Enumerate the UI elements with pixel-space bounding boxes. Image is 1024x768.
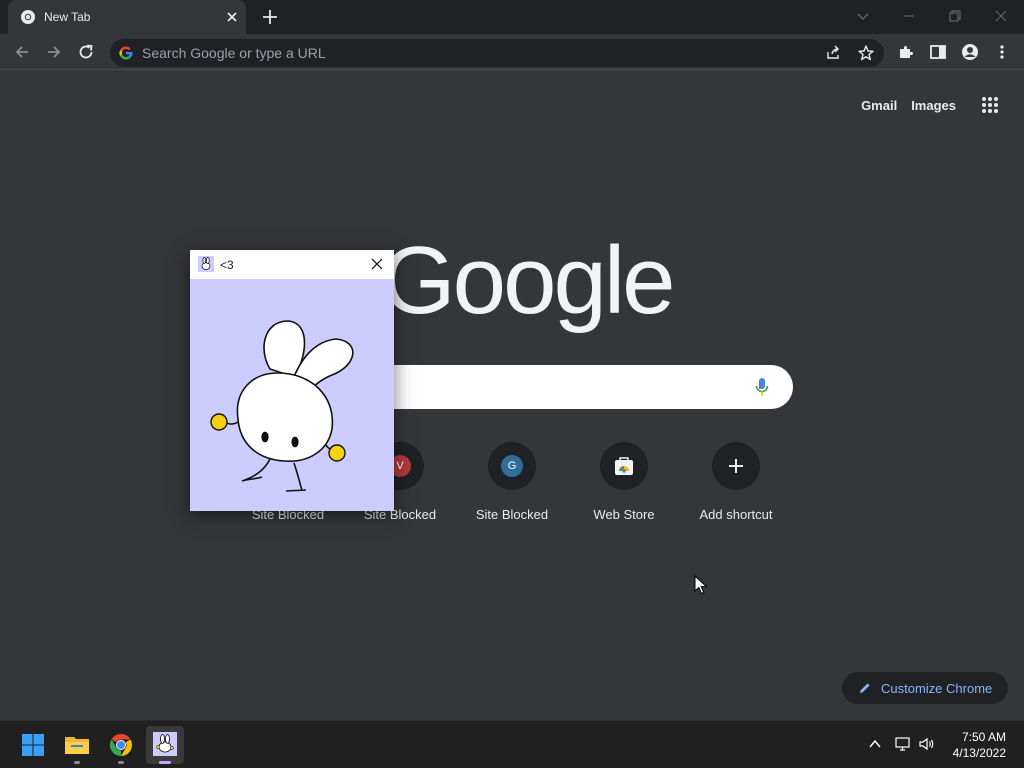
bunny-popup-window[interactable]: <3 [190,250,394,511]
microphone-icon[interactable] [754,377,770,397]
popup-title: <3 [220,258,234,272]
ntp-header-links: Gmail Images [847,95,1000,115]
restore-icon[interactable] [945,6,965,26]
shortcut-label: Site Blocked [475,507,549,522]
shortcut-letter: G [501,455,523,477]
mouse-cursor-icon [694,575,708,595]
add-shortcut-tile[interactable]: Add shortcut [680,442,792,532]
omnibox[interactable] [110,39,884,67]
pencil-icon [860,683,870,693]
forward-icon[interactable] [44,42,64,62]
running-indicator [118,761,124,764]
file-explorer-icon [65,737,89,754]
shortcut-web-store[interactable]: Web Store [568,442,680,532]
new-tab-button[interactable] [260,7,280,27]
minimize-icon[interactable] [899,6,919,26]
shortcut-label: Web Store [593,507,655,522]
toolbar [0,34,1024,70]
chrome-icon [21,10,35,24]
shortcut-label: Add shortcut [699,507,773,522]
shortcut-site-blocked[interactable]: G Site Blocked [456,442,568,532]
images-link[interactable]: Images [911,98,956,113]
taskbar-file-explorer[interactable] [58,726,96,764]
kebab-menu-icon[interactable] [992,42,1012,62]
taskbar-bunny-app[interactable] [146,726,184,764]
extensions-puzzle-icon[interactable] [896,42,916,62]
network-icon[interactable] [894,735,912,753]
gmail-link[interactable]: Gmail [861,98,897,113]
windows-start-icon [22,734,44,756]
tab-strip: New Tab [0,0,1024,34]
bunny-illustration [190,279,394,511]
share-icon[interactable] [824,43,844,63]
plus-icon [729,459,743,473]
google-logo: Google [381,227,676,334]
popup-titlebar[interactable]: <3 [190,250,394,279]
google-g-icon [119,46,133,60]
volume-icon[interactable] [918,735,936,753]
running-indicator [74,761,80,764]
bunny-app-icon [153,732,177,756]
shortcut-icon: G [488,442,536,490]
clock-time: 7:50 AM [961,730,1006,744]
chrome-icon [109,733,132,757]
back-icon[interactable] [12,42,32,62]
customize-chrome-button[interactable]: Customize Chrome [842,672,1008,704]
shortcut-icon [712,442,760,490]
tab-search-icon[interactable] [853,6,873,26]
chevron-up-icon[interactable] [866,735,884,753]
tab-new-tab[interactable]: New Tab [8,0,246,34]
bunny-app-icon [198,256,214,272]
side-panel-icon[interactable] [928,42,948,62]
tab-title: New Tab [44,10,91,24]
active-indicator [159,761,171,764]
close-icon[interactable] [224,9,240,25]
windows-taskbar: 7:50 AM 4/13/2022 [0,720,1024,768]
clock-date: 4/13/2022 [952,746,1006,760]
close-icon[interactable] [370,257,384,271]
chrome-web-store-icon [615,457,633,475]
system-clock[interactable]: 7:50 AM 4/13/2022 [942,729,1006,761]
shortcut-icon [600,442,648,490]
reload-icon[interactable] [76,42,96,62]
taskbar-chrome[interactable] [102,726,140,764]
bookmark-star-icon[interactable] [856,43,876,63]
profile-avatar-icon[interactable] [960,42,980,62]
omnibox-input[interactable] [142,39,792,67]
start-button[interactable] [14,726,52,764]
close-window-icon[interactable] [991,6,1011,26]
customize-chrome-label: Customize Chrome [881,681,993,696]
google-apps-grid-icon[interactable] [980,95,1000,115]
